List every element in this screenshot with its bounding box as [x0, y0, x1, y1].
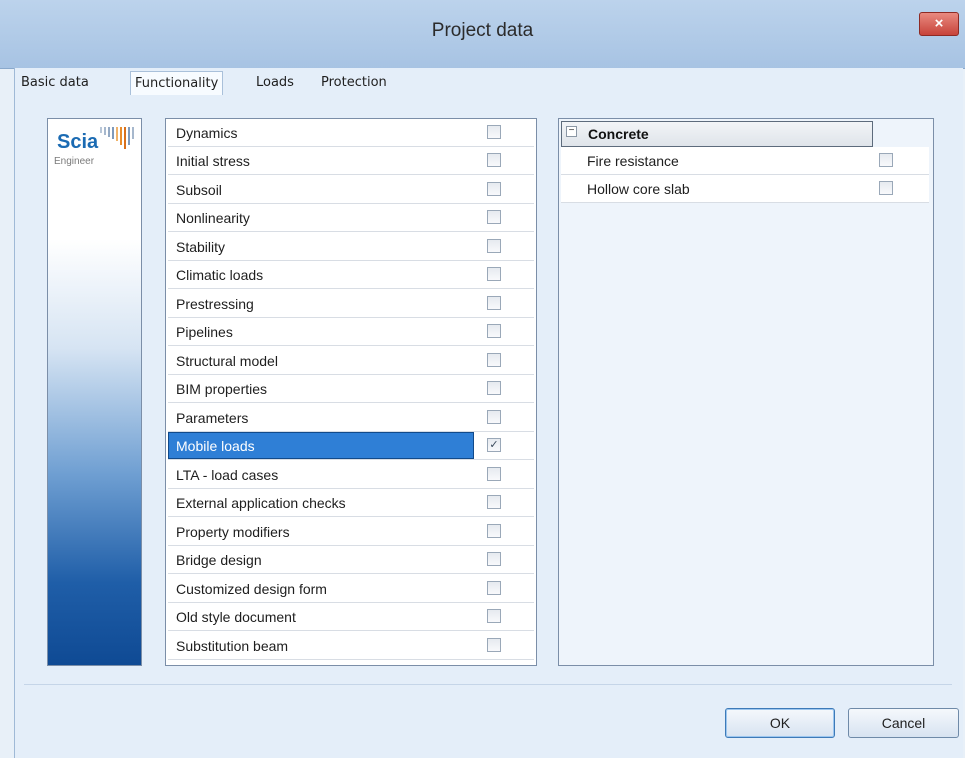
checkbox[interactable] — [487, 210, 501, 224]
window-title: Project data — [431, 20, 534, 41]
checkbox[interactable] — [879, 181, 893, 195]
properties-panel: − Concrete Fire resistance Hollow core s… — [558, 118, 934, 666]
list-item-lta-load-cases[interactable]: LTA - load cases — [168, 461, 534, 489]
checkbox[interactable] — [487, 153, 501, 167]
list-item-label: Old style document — [176, 609, 296, 625]
property-label: Hollow core slab — [587, 181, 690, 197]
list-item-label: Dynamics — [176, 125, 238, 141]
divider — [24, 684, 952, 685]
property-label: Fire resistance — [587, 153, 679, 169]
list-item-subsoil[interactable]: Subsoil — [168, 176, 534, 204]
collapse-icon[interactable]: − — [566, 126, 577, 137]
list-item-initial-stress[interactable]: Initial stress — [168, 147, 534, 175]
list-item-label: Subsoil — [176, 182, 222, 198]
list-item-nonlinearity[interactable]: Nonlinearity — [168, 204, 534, 232]
list-item-label: Prestressing — [176, 296, 254, 312]
checkbox[interactable] — [487, 467, 501, 481]
logo-bars-icon — [100, 127, 134, 149]
list-item-label: Initial stress — [176, 153, 250, 169]
checkbox[interactable] — [487, 182, 501, 196]
checkbox[interactable] — [879, 153, 893, 167]
tab-basic-data[interactable]: Basic data — [17, 71, 93, 95]
checkbox[interactable] — [487, 581, 501, 595]
checkbox[interactable] — [487, 324, 501, 338]
list-item-label: LTA - load cases — [176, 467, 279, 483]
list-item-pipelines[interactable]: Pipelines — [168, 318, 534, 346]
list-item-prestressing[interactable]: Prestressing — [168, 290, 534, 318]
tab-protection[interactable]: Protection — [317, 71, 391, 95]
list-item-structural-model[interactable]: Structural model — [168, 347, 534, 375]
list-item-label: BIM properties — [176, 381, 268, 397]
list-item-label: Property modifiers — [176, 524, 290, 540]
list-item-property-modifiers[interactable]: Property modifiers — [168, 518, 534, 546]
list-item-external-application-checks[interactable]: External application checks — [168, 489, 534, 517]
checkbox[interactable] — [487, 638, 501, 652]
list-item-label: External application checks — [176, 495, 346, 511]
checkbox[interactable] — [487, 552, 501, 566]
list-item-dynamics[interactable]: Dynamics — [168, 119, 534, 147]
list-item-label: Stability — [176, 239, 226, 255]
logo-sub-text: Engineer — [54, 156, 95, 167]
checkbox[interactable] — [487, 125, 501, 139]
list-item-label: Customized design form — [176, 581, 327, 597]
property-row-hollow-core-slab[interactable]: Hollow core slab — [561, 175, 929, 203]
logo-brand-text: Scia — [57, 131, 99, 153]
checkbox[interactable] — [487, 495, 501, 509]
close-button[interactable]: × — [919, 12, 959, 36]
property-group-header[interactable]: − Concrete — [561, 121, 873, 147]
list-item-label: Climatic loads — [176, 267, 264, 283]
checkbox[interactable] — [487, 296, 501, 310]
list-item-stability[interactable]: Stability — [168, 233, 534, 261]
checkbox[interactable] — [487, 609, 501, 623]
cancel-button[interactable]: Cancel — [848, 708, 959, 738]
checkbox[interactable] — [487, 524, 501, 538]
functionality-list: Dynamics Initial stress Subsoil Nonlinea… — [165, 118, 537, 666]
list-item-label: Nonlinearity — [176, 210, 250, 226]
checkbox[interactable] — [487, 381, 501, 395]
list-item-mobile-loads[interactable]: Mobile loads ✓ — [168, 432, 534, 460]
list-item-label: Substitution beam — [176, 638, 289, 654]
list-item-customized-design-form[interactable]: Customized design form — [168, 575, 534, 603]
checkbox-checked[interactable]: ✓ — [487, 438, 501, 452]
list-item-old-style-document[interactable]: Old style document — [168, 603, 534, 631]
checkbox[interactable] — [487, 410, 501, 424]
project-data-dialog: Project data × Basic data Functionality … — [0, 0, 965, 758]
property-row-fire-resistance[interactable]: Fire resistance — [561, 147, 929, 175]
list-item-label: Structural model — [176, 353, 278, 369]
list-item-label: Parameters — [176, 410, 249, 426]
checkbox[interactable] — [487, 353, 501, 367]
list-item-label: Bridge design — [176, 552, 262, 568]
tab-loads[interactable]: Loads — [252, 71, 298, 95]
list-item-bim-properties[interactable]: BIM properties — [168, 375, 534, 403]
checkbox[interactable] — [487, 239, 501, 253]
tab-functionality[interactable]: Functionality — [130, 71, 224, 95]
checkbox[interactable] — [487, 267, 501, 281]
list-item-bridge-design[interactable]: Bridge design — [168, 546, 534, 574]
list-item-substitution-beam[interactable]: Substitution beam — [168, 632, 534, 660]
ok-button[interactable]: OK — [725, 708, 835, 738]
list-item-climatic-loads[interactable]: Climatic loads — [168, 261, 534, 289]
list-item-label: Pipelines — [176, 324, 233, 340]
property-group-title: Concrete — [588, 126, 649, 142]
list-item-label: Mobile loads — [176, 438, 255, 454]
list-item-parameters[interactable]: Parameters — [168, 404, 534, 432]
scia-logo-panel: Scia Engineer — [47, 118, 142, 666]
title-bar[interactable]: Project data × — [0, 0, 965, 69]
